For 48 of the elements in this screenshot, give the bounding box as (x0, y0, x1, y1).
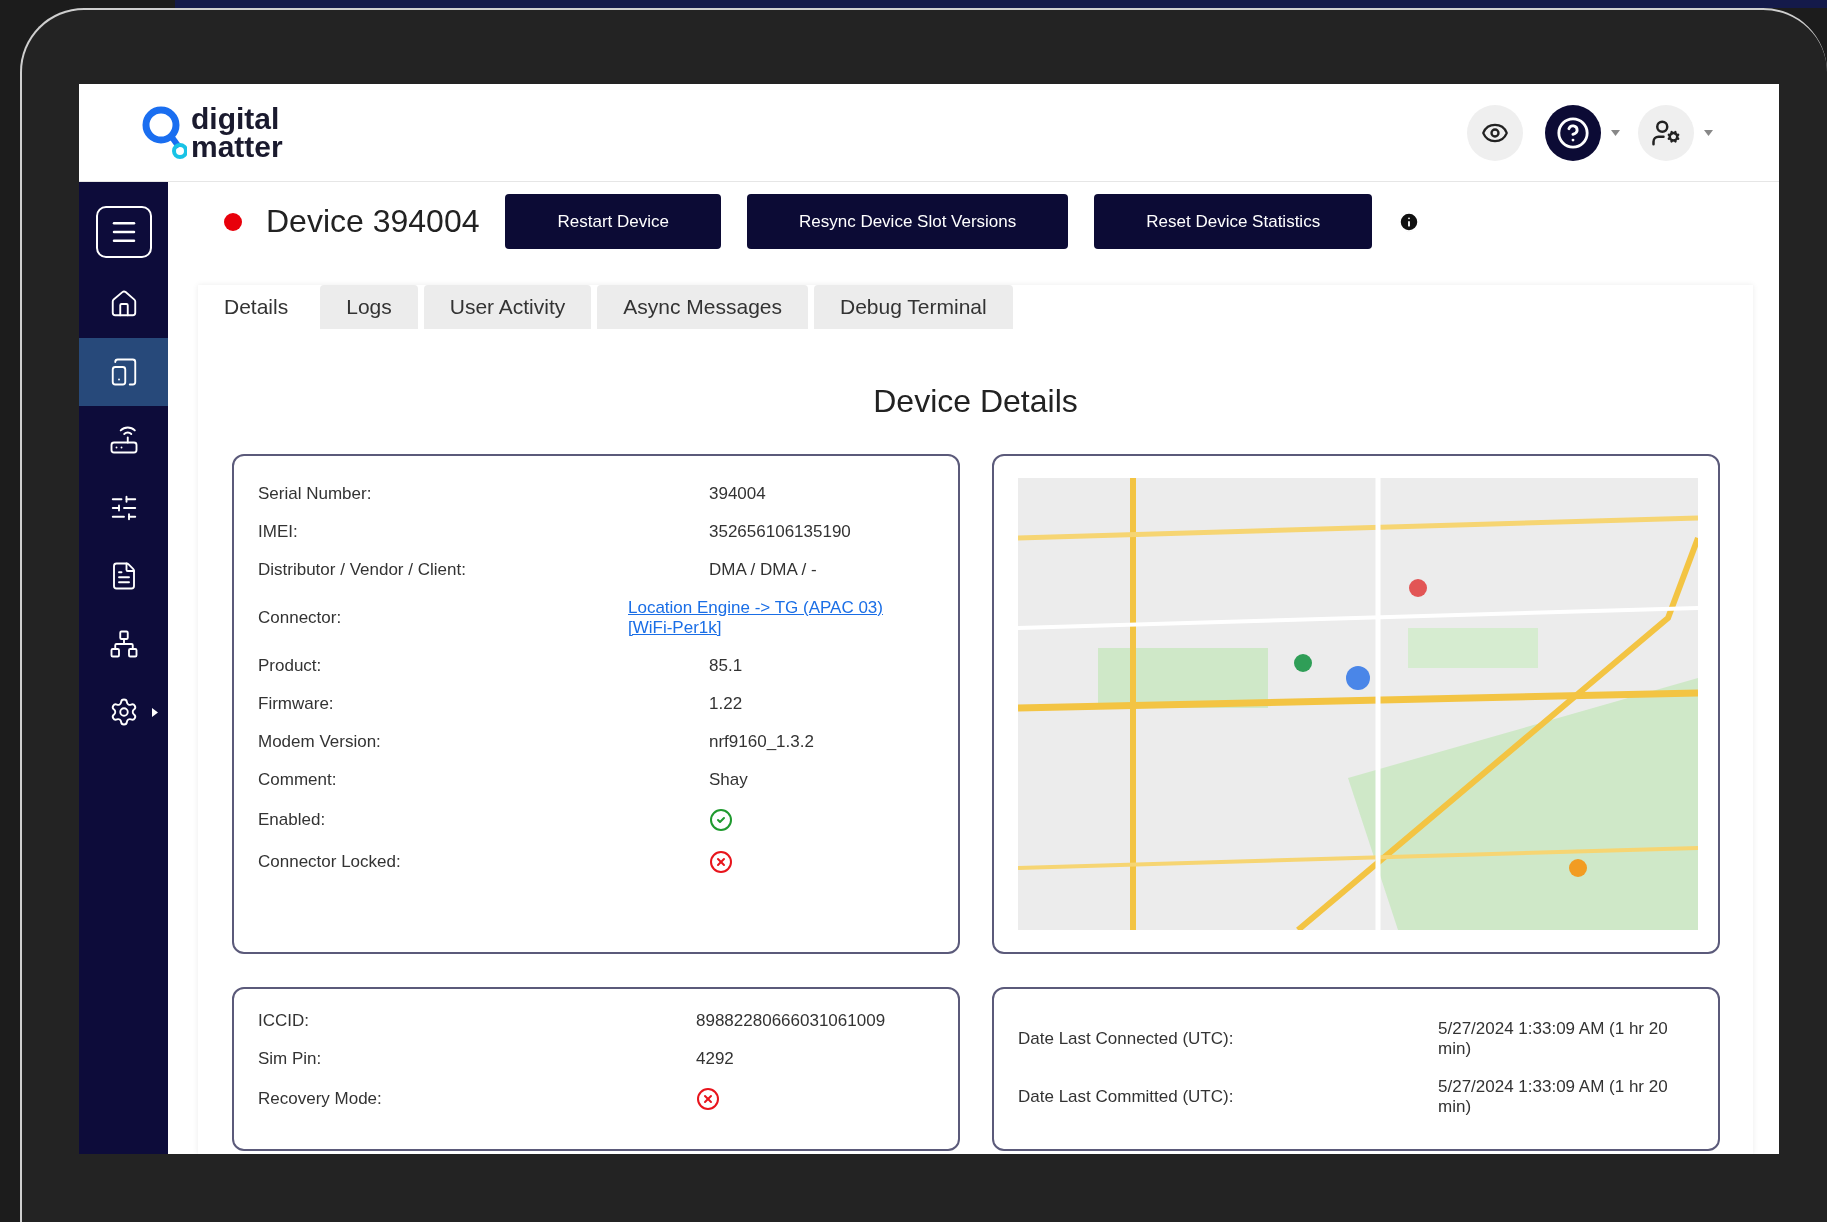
field-label: Distributor / Vendor / Client: (258, 560, 467, 580)
field-label: Serial Number: (258, 484, 373, 504)
field-value: 394004 (708, 484, 767, 504)
action-button[interactable]: Reset Device Statistics (1094, 194, 1373, 249)
field-value: 5/27/2024 1:33:09 AM (1 hr 20 min) (1438, 1077, 1669, 1117)
router-icon (108, 425, 139, 455)
field-label: Date Last Committed (UTC): (1018, 1087, 1235, 1107)
field-label: Enabled: (258, 810, 327, 830)
network-icon (108, 629, 139, 659)
field-label: Recovery Mode: (258, 1089, 383, 1109)
field-label: Sim Pin: (258, 1049, 323, 1069)
field-value: 5/27/2024 1:33:09 AM (1 hr 20 min) (1438, 1019, 1669, 1059)
field-label: ICCID: (258, 1011, 310, 1031)
field-value: nrf9160_1.3.2 (708, 732, 815, 752)
field-label: Connector Locked: (258, 852, 402, 872)
tab[interactable]: User Activity (423, 285, 592, 329)
caret-icon[interactable] (1611, 129, 1620, 136)
tab[interactable]: Logs (320, 285, 418, 329)
field-value: 352656106135190 (708, 522, 852, 542)
field-label: IMEI: (258, 522, 299, 542)
info-icon[interactable] (1398, 210, 1421, 233)
field-label: Connector: (258, 608, 343, 628)
field-label: Comment: (258, 770, 338, 790)
tab[interactable]: Debug Terminal (814, 285, 1013, 329)
action-button[interactable]: Restart Device (505, 194, 721, 249)
field-label: Firmware: (258, 694, 335, 714)
help-icon (1556, 115, 1590, 150)
sidebar-item[interactable] (79, 338, 168, 406)
field-label: Modem Version: (258, 732, 382, 752)
field-label: Product: (258, 656, 323, 676)
tab[interactable]: Async Messages (597, 285, 808, 329)
device-title: Device 394004 (266, 203, 480, 240)
field-value: 1.22 (708, 694, 744, 714)
field-value: 85.1 (708, 656, 744, 676)
field-value: DMA / DMA / - (708, 560, 818, 580)
tab[interactable]: Details (198, 285, 315, 329)
menu-button[interactable] (95, 206, 152, 258)
field-value: 89882280666031061009 (696, 1011, 887, 1031)
field-label: Date Last Connected (UTC): (1018, 1029, 1235, 1049)
logo-text: digital matter (191, 104, 283, 161)
action-button[interactable]: Resync Device Slot Versions (746, 194, 1069, 249)
caret-icon[interactable] (1704, 129, 1713, 136)
section-title: Device Details (872, 383, 1079, 420)
field-value: Shay (708, 770, 749, 790)
field-value: 4292 (696, 1049, 735, 1069)
connector-link[interactable]: Location Engine -> TG (APAC 03) [WiFi-Per1k] (628, 598, 918, 638)
caret-icon (152, 707, 158, 717)
logo-icon (141, 104, 187, 161)
